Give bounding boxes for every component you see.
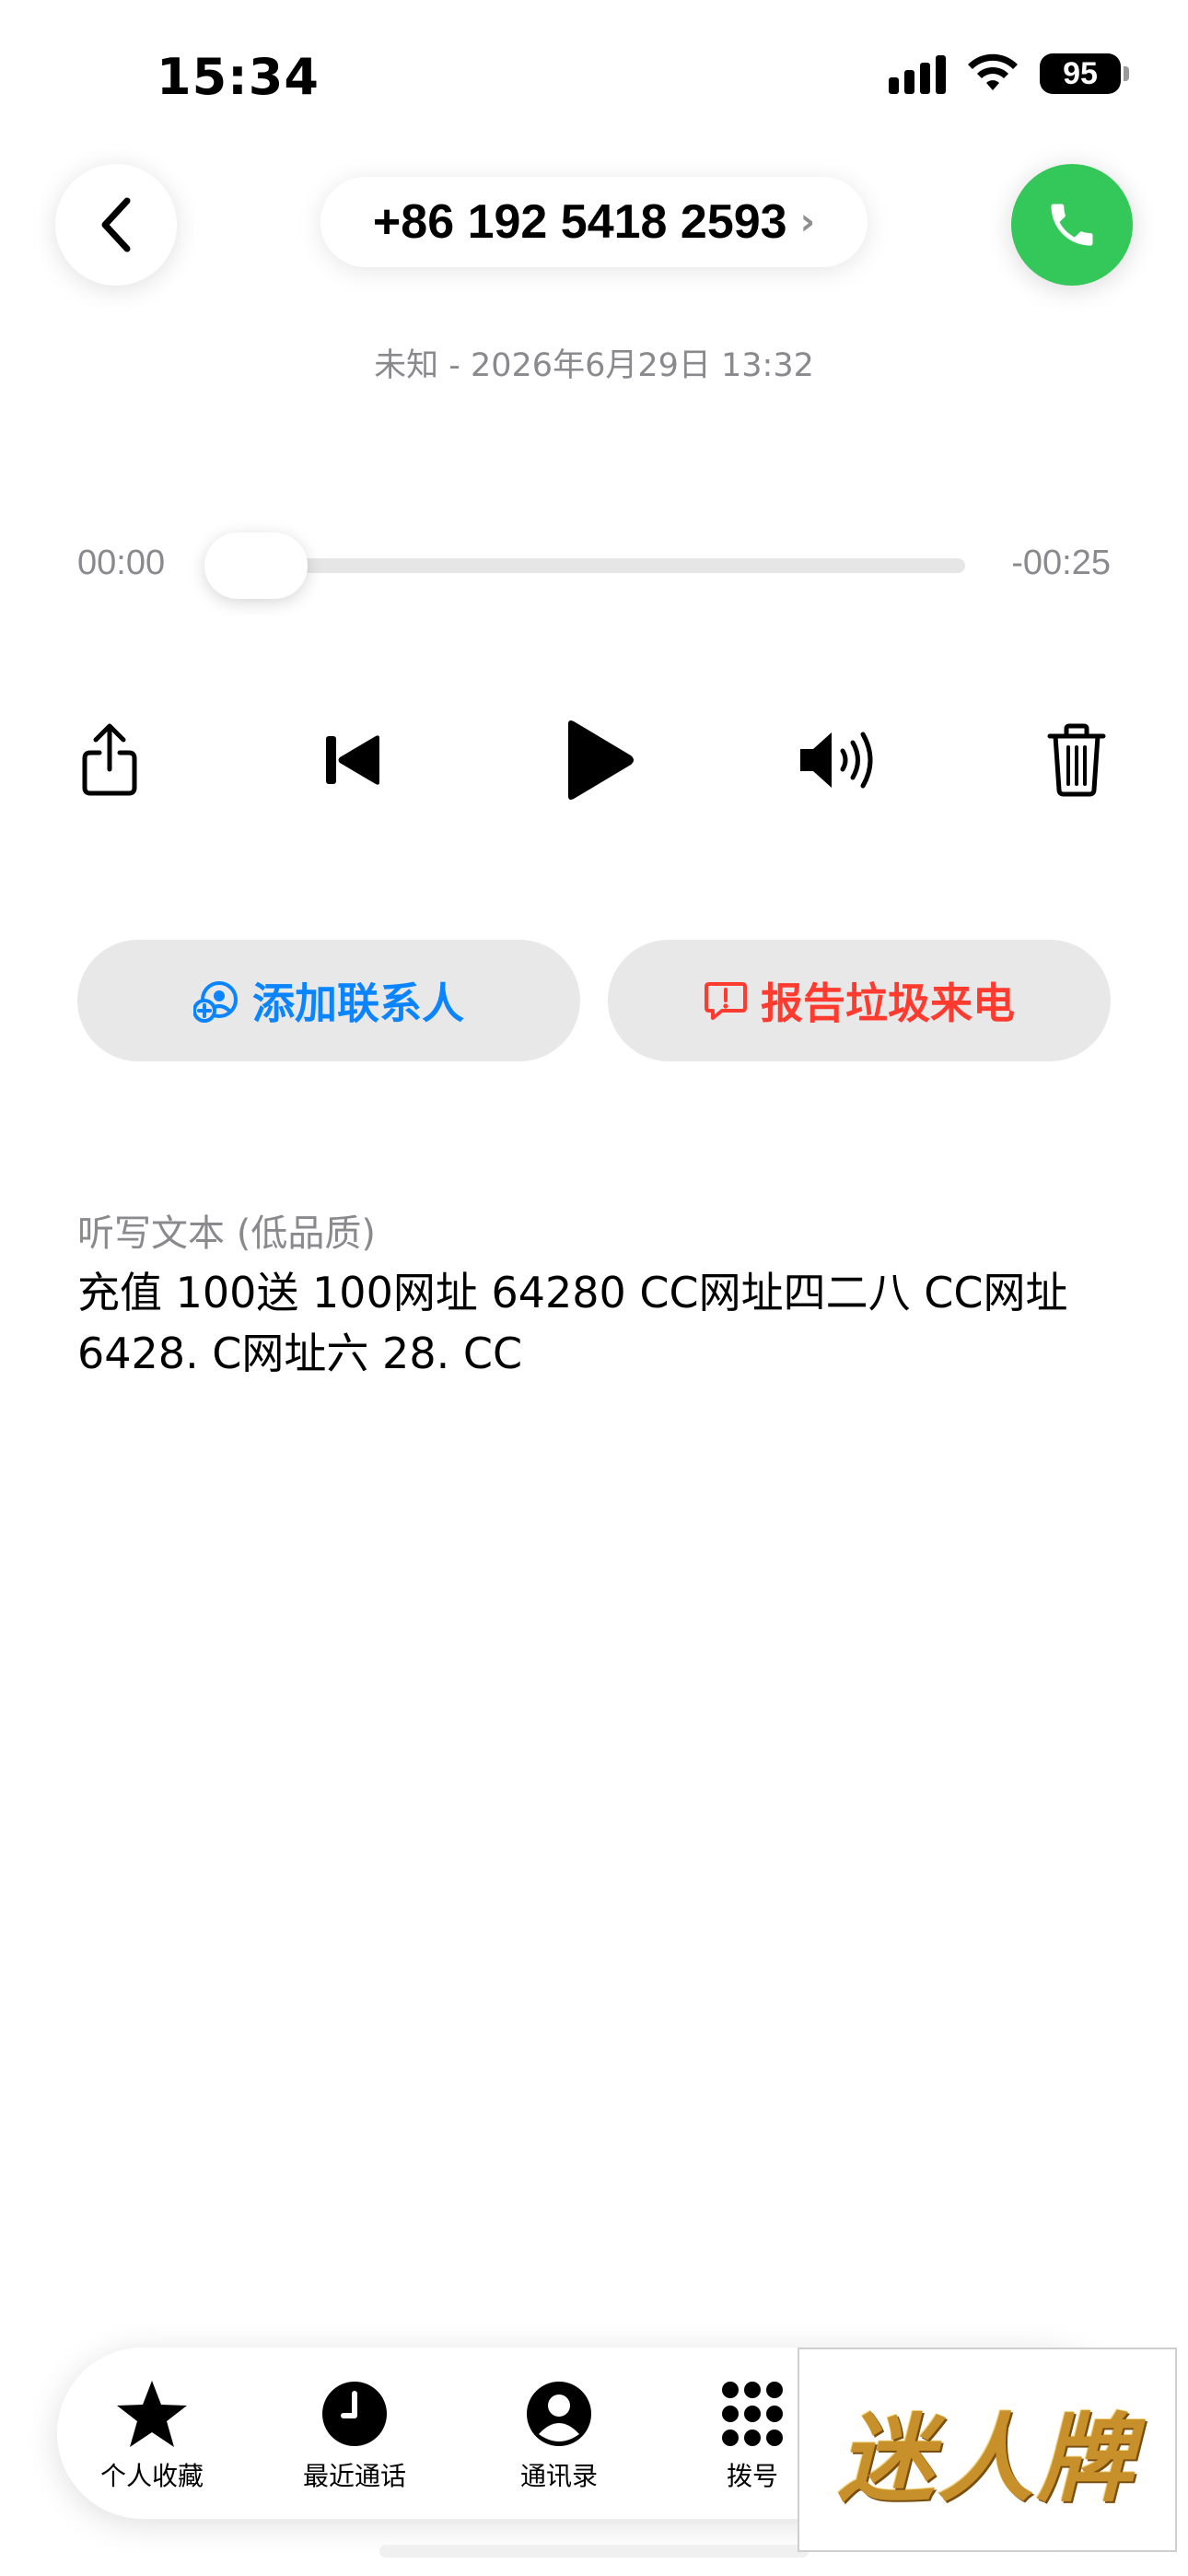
exclamation-bubble-icon bbox=[705, 982, 747, 1020]
tab-favorites-label: 个人收藏 bbox=[99, 2461, 204, 2491]
keypad-icon bbox=[722, 2382, 783, 2446]
phone-number: +86 192 5418 2593 bbox=[372, 195, 787, 249]
skip-back-button[interactable] bbox=[302, 709, 403, 811]
progress-track[interactable] bbox=[204, 558, 965, 573]
status-indicators: 95 bbox=[889, 53, 1129, 94]
phone-number-button[interactable]: +86 192 5418 2593 › bbox=[320, 177, 868, 267]
trash-icon bbox=[1047, 723, 1106, 797]
tab-keypad-label: 拨号 bbox=[726, 2461, 778, 2491]
call-button[interactable] bbox=[1011, 164, 1133, 286]
tab-contacts-label: 通讯录 bbox=[519, 2461, 598, 2491]
scrubber-handle[interactable] bbox=[204, 533, 308, 599]
watermark-text: 迷人牌 bbox=[837, 2402, 1136, 2515]
chevron-right-icon: › bbox=[799, 201, 816, 243]
back-button[interactable] bbox=[55, 164, 177, 286]
report-spam-label: 报告垃圾来电 bbox=[761, 978, 1015, 1028]
report-spam-button[interactable]: 报告垃圾来电 bbox=[608, 940, 1111, 1061]
add-contact-label: 添加联系人 bbox=[252, 978, 464, 1028]
status-time: 15:34 bbox=[157, 48, 320, 106]
chevron-left-icon bbox=[101, 197, 131, 252]
share-icon bbox=[82, 723, 137, 796]
transcript-text: 充值 100送 100网址 64280 CC网址四二八 CC网址 6428. C… bbox=[77, 1268, 1068, 1378]
home-indicator bbox=[379, 2545, 809, 2558]
watermark-logo: 迷人牌 bbox=[798, 2348, 1177, 2552]
speaker-icon bbox=[800, 732, 873, 789]
share-button[interactable] bbox=[59, 709, 160, 811]
cellular-signal-icon bbox=[889, 53, 946, 94]
battery-icon: 95 bbox=[1040, 53, 1129, 94]
skip-back-icon bbox=[326, 735, 379, 785]
add-contact-icon bbox=[193, 981, 238, 1023]
call-info: 未知 - 2026年6月29日 13:32 bbox=[374, 347, 814, 384]
clock-icon bbox=[322, 2382, 387, 2446]
tab-favorites[interactable]: 个人收藏 bbox=[64, 2379, 239, 2493]
remaining-time: -00:25 bbox=[1011, 544, 1111, 582]
play-icon bbox=[568, 720, 634, 800]
tab-recents[interactable]: 最近通话 bbox=[267, 2379, 442, 2493]
battery-level: 95 bbox=[1040, 53, 1121, 94]
play-button[interactable] bbox=[547, 709, 648, 811]
person-circle-icon bbox=[527, 2382, 591, 2446]
tab-recents-label: 最近通话 bbox=[302, 2461, 406, 2491]
star-icon bbox=[117, 2381, 187, 2447]
transcript-label: 听写文本 (低品质) bbox=[77, 1212, 376, 1255]
speaker-button[interactable] bbox=[788, 709, 890, 811]
delete-button[interactable] bbox=[1026, 709, 1127, 811]
add-contact-button[interactable]: 添加联系人 bbox=[77, 940, 580, 1061]
phone-icon bbox=[1051, 204, 1093, 246]
tab-contacts[interactable]: 通讯录 bbox=[472, 2379, 646, 2493]
elapsed-time: 00:00 bbox=[77, 544, 166, 582]
wifi-icon bbox=[968, 53, 1018, 90]
